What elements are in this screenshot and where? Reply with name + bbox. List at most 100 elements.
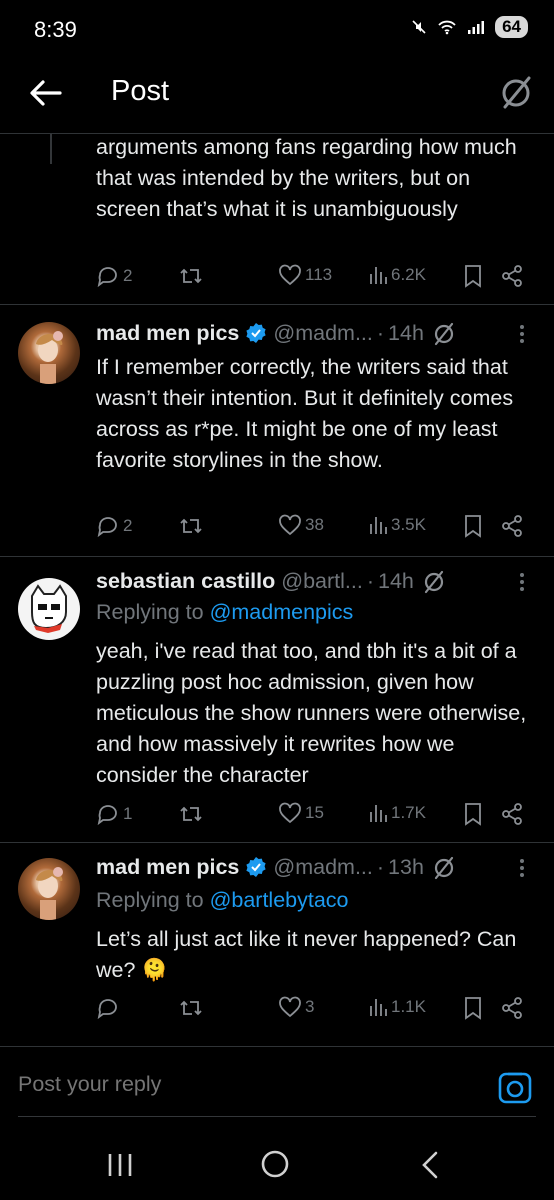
- reply-icon: [97, 267, 117, 288]
- display-name[interactable]: mad men pics: [96, 321, 239, 346]
- divider: [0, 842, 554, 843]
- signal-icon: [468, 21, 485, 34]
- reply-button[interactable]: 2: [96, 264, 132, 288]
- view-count: 6.2K: [391, 265, 426, 284]
- grok-icon[interactable]: [422, 568, 446, 594]
- share-icon[interactable]: [500, 514, 524, 538]
- like-button[interactable]: 38: [278, 514, 324, 536]
- views-button[interactable]: 1.1K: [368, 996, 426, 1018]
- avatar[interactable]: [18, 322, 80, 384]
- repost-icon: [180, 1000, 202, 1016]
- share-icon[interactable]: [500, 264, 524, 288]
- reply-input[interactable]: [18, 1072, 418, 1097]
- like-button[interactable]: 3: [278, 996, 314, 1018]
- separator-dot: ·: [366, 568, 374, 593]
- post-text: arguments among fans regarding how much …: [96, 135, 517, 221]
- like-count: 3: [305, 997, 315, 1016]
- reply-composer: [0, 1048, 554, 1118]
- divider: [0, 304, 554, 305]
- avatar[interactable]: [18, 578, 80, 640]
- back-arrow-icon[interactable]: [26, 76, 66, 110]
- like-button[interactable]: 15: [278, 802, 324, 824]
- views-icon: [370, 267, 387, 284]
- thread-line: [50, 134, 52, 164]
- view-count: 1.1K: [391, 997, 426, 1016]
- share-icon[interactable]: [500, 996, 524, 1020]
- like-icon: [279, 996, 301, 1018]
- bookmark-icon[interactable]: [464, 264, 482, 288]
- display-name[interactable]: sebastian castillo: [96, 569, 275, 594]
- mute-icon: [412, 20, 426, 34]
- reply-count: 2: [123, 516, 133, 535]
- reply-tweet[interactable]: mad men pics @madm... · 14h If I remembe…: [0, 318, 554, 548]
- home-icon[interactable]: [255, 1148, 295, 1182]
- views-icon: [370, 517, 387, 534]
- post-text: Let’s all just act like it never happene…: [96, 927, 517, 982]
- camera-icon[interactable]: [498, 1072, 532, 1104]
- timestamp: 14h: [388, 320, 424, 345]
- repost-icon: [180, 518, 202, 534]
- timestamp: 14h: [378, 568, 414, 593]
- header: Post: [0, 60, 554, 134]
- views-button[interactable]: 6.2K: [368, 264, 426, 286]
- action-bar: 2 38 3.5K: [96, 514, 532, 544]
- post-text: If I remember correctly, the writers sai…: [96, 355, 514, 472]
- reply-count: 1: [123, 804, 133, 823]
- views-button[interactable]: 1.7K: [368, 802, 426, 824]
- like-icon: [279, 514, 301, 536]
- tweet-header: mad men pics @madm... · 14h: [96, 318, 536, 348]
- action-bar: 3 1.1K: [96, 996, 532, 1026]
- reply-count: 2: [123, 266, 133, 285]
- separator-dot: ·: [376, 854, 385, 879]
- reply-tweet[interactable]: mad men pics @madm... · 13h Replying to …: [0, 852, 554, 1036]
- repost-button[interactable]: [178, 802, 204, 826]
- separator-dot: ·: [376, 320, 385, 345]
- recents-icon[interactable]: [100, 1148, 140, 1182]
- avatar-image: [31, 584, 67, 633]
- grok-icon[interactable]: [498, 72, 534, 112]
- tweet-header: mad men pics @madm... · 13h: [96, 852, 536, 882]
- bookmark-icon[interactable]: [464, 802, 482, 826]
- grok-icon[interactable]: [432, 854, 456, 880]
- view-count: 3.5K: [391, 515, 426, 534]
- share-icon[interactable]: [500, 802, 524, 826]
- repost-button[interactable]: [178, 514, 204, 538]
- mention-link[interactable]: @bartlebytaco: [210, 888, 349, 912]
- reply-tweet[interactable]: sebastian castillo @bartl... · 14h Reply…: [0, 566, 554, 844]
- repost-button[interactable]: [178, 996, 204, 1020]
- post-text: yeah, i've read that too, and tbh it's a…: [96, 639, 527, 787]
- tweet-header: sebastian castillo @bartl... · 14h: [96, 566, 536, 596]
- nav-back-icon[interactable]: [412, 1148, 452, 1182]
- avatar[interactable]: [18, 858, 80, 920]
- views-icon: [370, 805, 387, 822]
- like-icon: [279, 264, 301, 286]
- bookmark-icon[interactable]: [464, 514, 482, 538]
- repost-button[interactable]: [178, 264, 204, 288]
- views-button[interactable]: 3.5K: [368, 514, 426, 536]
- action-bar: 1 15 1.7K: [96, 802, 532, 832]
- replying-to: Replying to @madmenpics: [96, 600, 536, 625]
- more-icon[interactable]: [512, 854, 532, 882]
- more-icon[interactable]: [512, 320, 532, 348]
- display-name[interactable]: mad men pics: [96, 855, 239, 880]
- reply-button[interactable]: [96, 996, 123, 1020]
- reply-button[interactable]: 1: [96, 802, 132, 826]
- reply-button[interactable]: 2: [96, 514, 132, 538]
- divider: [0, 556, 554, 557]
- like-button[interactable]: 113: [278, 264, 332, 286]
- like-count: 15: [305, 803, 324, 822]
- replying-to: Replying to @bartlebytaco: [96, 888, 536, 913]
- views-icon: [370, 999, 387, 1016]
- handle: @bartl...: [281, 568, 363, 593]
- verified-icon: [246, 857, 266, 877]
- grok-icon[interactable]: [432, 320, 456, 346]
- wifi-icon: [438, 20, 456, 35]
- reply-icon: [97, 805, 117, 826]
- bookmark-icon[interactable]: [464, 996, 482, 1020]
- avatar-image: [36, 331, 63, 384]
- replying-label: Replying to: [96, 888, 204, 912]
- status-bar: 8:39 64: [0, 0, 554, 60]
- repost-icon: [180, 268, 202, 284]
- more-icon[interactable]: [512, 568, 532, 596]
- mention-link[interactable]: @madmenpics: [210, 600, 354, 624]
